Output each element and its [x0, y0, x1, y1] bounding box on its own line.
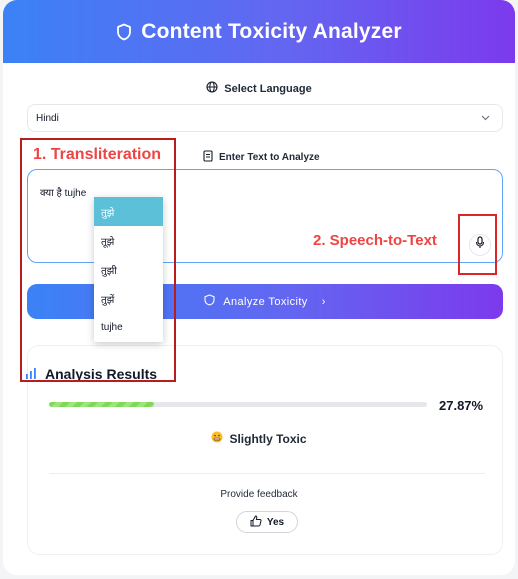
language-select[interactable]: Hindi: [27, 104, 503, 132]
header-banner: Content Toxicity Analyzer: [3, 0, 515, 63]
toxicity-percentage: 27.87%: [439, 398, 484, 413]
chevron-right-icon: ›: [321, 295, 326, 308]
speech-annotation-box: [458, 214, 497, 275]
toxicity-progress-fill: [49, 402, 155, 407]
page-title: Content Toxicity Analyzer: [141, 19, 402, 43]
thumbs-up-icon: [250, 515, 262, 530]
feedback-yes-button[interactable]: Yes: [236, 511, 298, 533]
speech-annotation-label: 2. Speech-to-Text: [313, 232, 437, 249]
toxicity-progress-bar: [49, 402, 427, 407]
toxicity-verdict-text: Slightly Toxic: [229, 431, 307, 446]
shield-icon: [204, 294, 215, 309]
transliteration-annotation-label: 1. Transliteration: [33, 146, 162, 163]
language-select-value: Hindi: [36, 112, 59, 124]
document-icon: [203, 150, 213, 165]
shield-icon: [116, 23, 132, 41]
feedback-label: Provide feedback: [220, 489, 298, 500]
chevron-down-icon: [481, 113, 490, 123]
transliteration-annotation-box: [20, 138, 176, 382]
analyze-button-label: Analyze Toxicity: [223, 295, 308, 308]
text-input-label-text: Enter Text to Analyze: [219, 152, 320, 163]
language-label: Select Language: [3, 81, 515, 96]
toxicity-verdict: Slightly Toxic: [3, 431, 515, 446]
text-input-label: Enter Text to Analyze: [203, 150, 320, 165]
language-label-text: Select Language: [224, 82, 312, 95]
feedback-yes-label: Yes: [266, 516, 285, 528]
globe-icon: [206, 81, 218, 96]
divider: [49, 473, 485, 474]
grimace-emoji-icon: [211, 431, 223, 446]
